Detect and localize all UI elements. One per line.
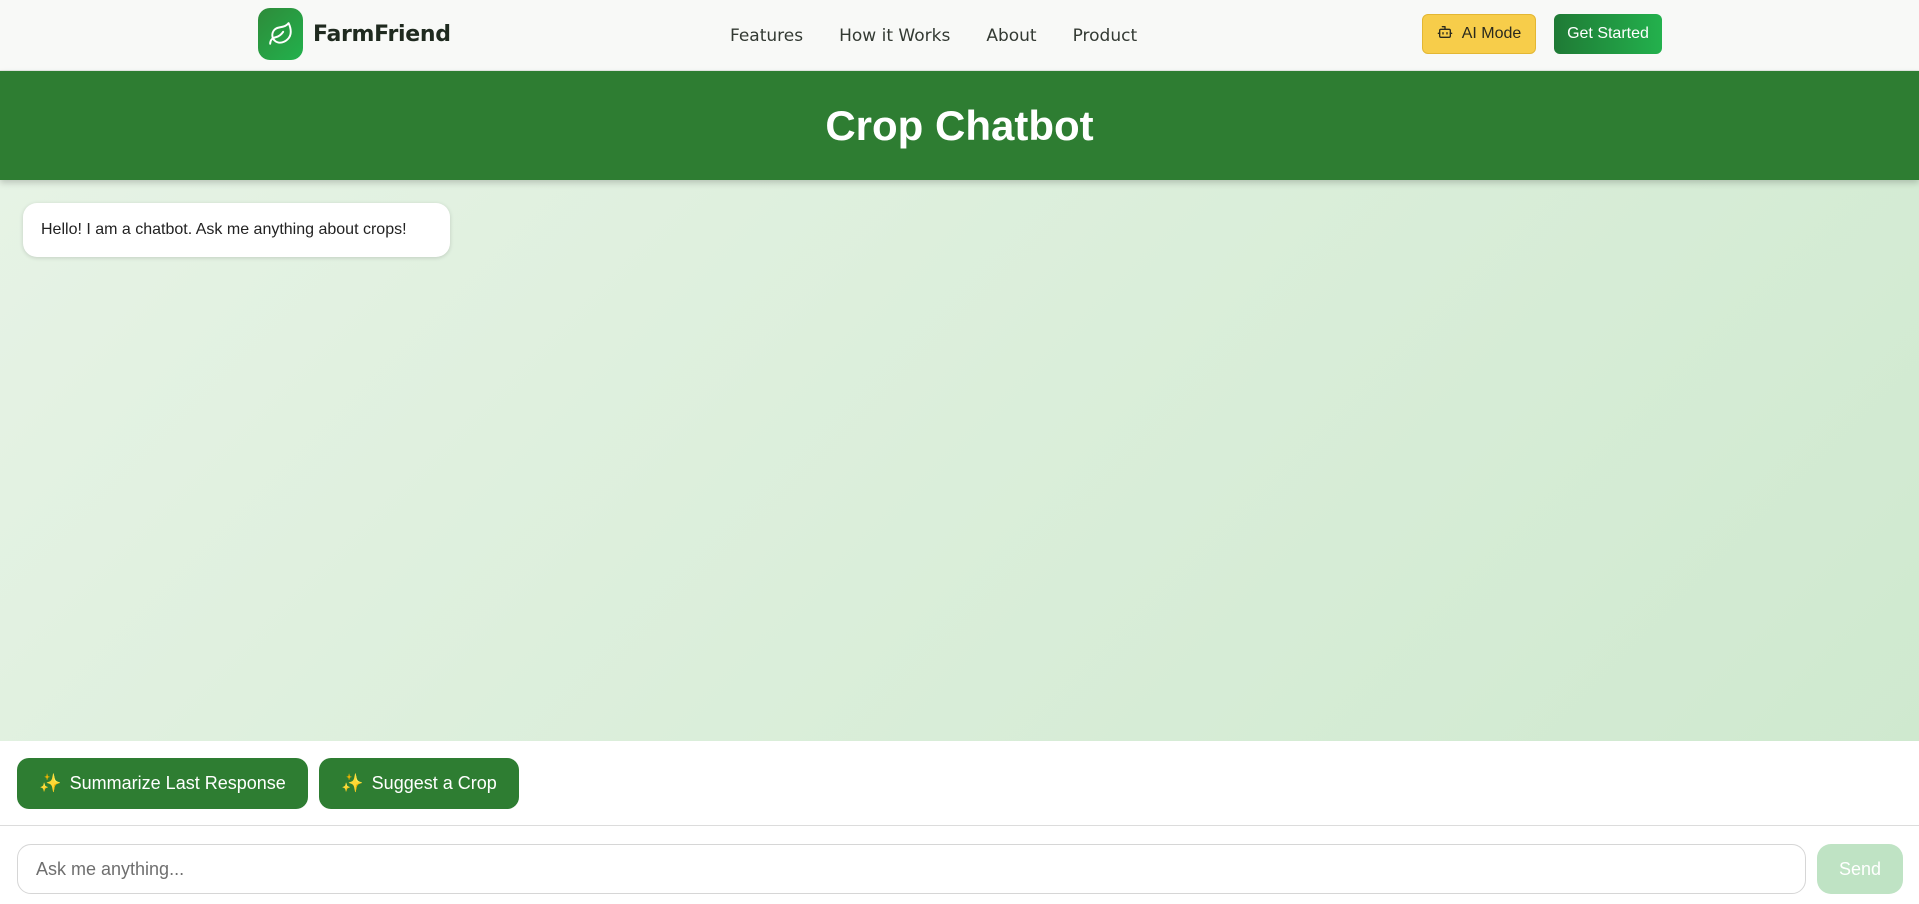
summarize-label: Summarize Last Response [69,773,286,793]
suggest-label: Suggest a Crop [371,773,497,793]
nav-links: Features How it Works About Product [730,0,1137,71]
sparkles-icon: ✨ [341,773,364,793]
suggest-a-crop-button[interactable]: ✨ Suggest a Crop [319,758,519,809]
composer: Send [0,826,1919,904]
nav-link-product[interactable]: Product [1073,26,1138,46]
brand[interactable]: FarmFriend [258,8,451,60]
ai-mode-label: AI Mode [1461,25,1522,42]
robot-icon [1437,24,1453,45]
brand-name: FarmFriend [313,21,451,47]
nav-link-features[interactable]: Features [730,26,803,46]
sparkles-icon: ✨ [39,773,62,793]
top-navbar: FarmFriend Features How it Works About P… [0,0,1919,71]
nav-link-how-it-works[interactable]: How it Works [839,26,950,46]
page-title: Crop Chatbot [825,101,1094,149]
bot-message: Hello! I am a chatbot. Ask me anything a… [23,203,450,257]
summarize-last-response-button[interactable]: ✨ Summarize Last Response [17,758,308,809]
nav-link-about[interactable]: About [986,26,1036,46]
quick-actions-bar: ✨ Summarize Last Response ✨ Suggest a Cr… [0,741,1919,826]
ai-mode-button[interactable]: AI Mode [1422,14,1536,54]
leaf-icon [258,8,303,60]
page-header: Crop Chatbot [0,71,1919,180]
chat-messages-area[interactable]: Hello! I am a chatbot. Ask me anything a… [0,180,1919,741]
chat-input[interactable] [17,844,1806,894]
send-button[interactable]: Send [1817,844,1903,894]
get-started-button[interactable]: Get Started [1554,14,1662,54]
